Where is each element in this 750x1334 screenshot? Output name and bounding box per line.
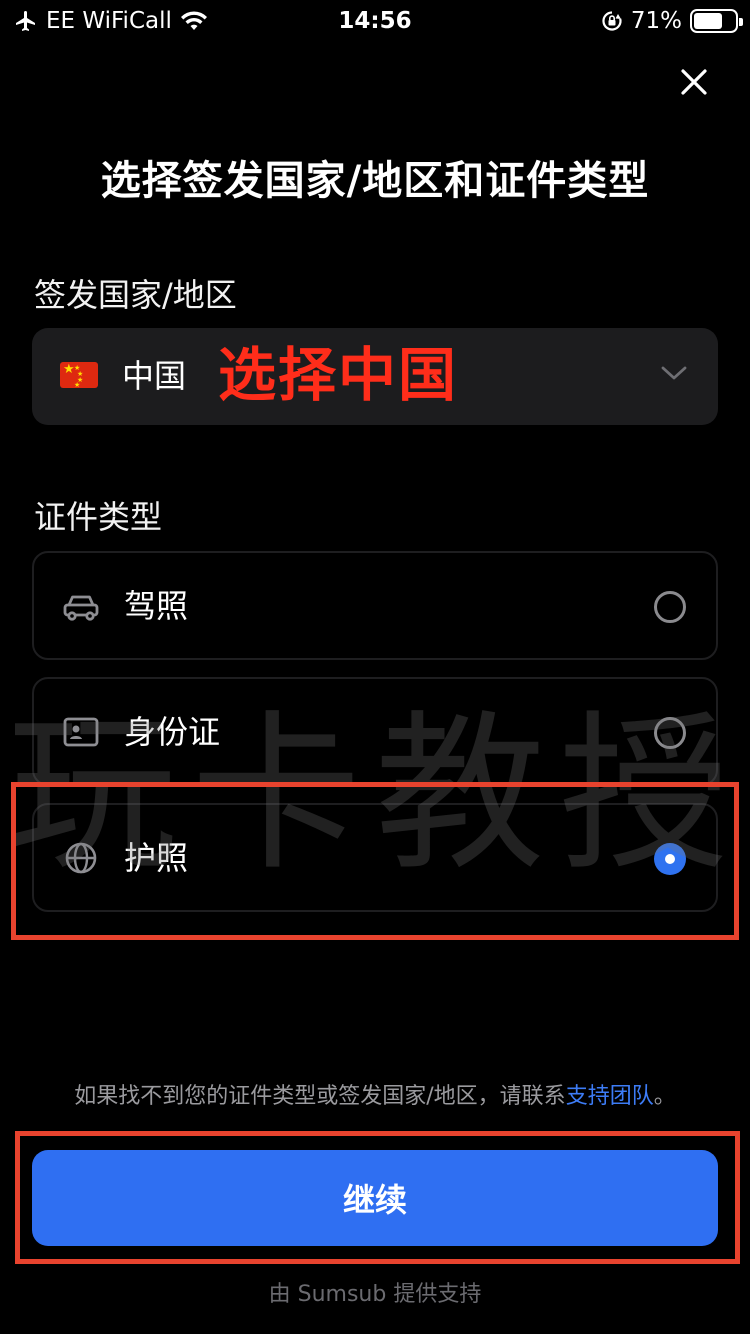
radio-drivers-license[interactable] <box>654 591 686 623</box>
support-team-link[interactable]: 支持团队 <box>566 1084 654 1109</box>
battery-percent: 71% <box>630 8 682 34</box>
china-flag-icon: ★ ★ ★ ★ ★ <box>60 362 98 388</box>
screen: EE WiFiCall 14:56 71% 选择签发国家/地区和证件类型 签发国… <box>0 0 750 1334</box>
help-text-body: 如果找不到您的证件类型或签发国家/地区，请联系 <box>74 1084 566 1109</box>
status-bar: EE WiFiCall 14:56 71% <box>0 0 750 40</box>
help-text: 如果找不到您的证件类型或签发国家/地区，请联系支持团队。 <box>0 1078 750 1110</box>
status-right: 71% <box>601 6 743 36</box>
battery-icon <box>690 9 743 33</box>
close-icon <box>681 69 707 95</box>
radio-id-card[interactable] <box>654 717 686 749</box>
country-dropdown[interactable]: ★ ★ ★ ★ ★ 中国 选择中国 <box>32 328 718 425</box>
country-section-label: 签发国家/地区 <box>34 276 237 314</box>
powered-by-footer: 由 Sumsub 提供支持 <box>268 1282 482 1307</box>
battery-fill <box>694 13 723 29</box>
selected-country: 中国 <box>122 357 187 395</box>
id-card-icon <box>63 717 99 747</box>
doc-option-label: 身份证 <box>124 713 221 751</box>
continue-button[interactable]: 继续 <box>32 1150 718 1246</box>
doc-option-drivers-license[interactable]: 驾照 <box>32 551 718 660</box>
car-icon <box>63 595 99 621</box>
page-title: 选择签发国家/地区和证件类型 <box>100 158 650 204</box>
doc-option-label: 驾照 <box>124 587 189 625</box>
highlight-box-passport <box>11 782 739 940</box>
chevron-down-icon <box>661 366 687 380</box>
doc-option-id-card[interactable]: 身份证 <box>32 677 718 786</box>
close-button[interactable] <box>670 58 718 106</box>
document-section-label: 证件类型 <box>34 498 163 536</box>
annotation-text: 选择中国 <box>218 341 459 409</box>
orientation-lock-icon <box>602 11 622 31</box>
help-text-suffix: 。 <box>653 1084 676 1109</box>
